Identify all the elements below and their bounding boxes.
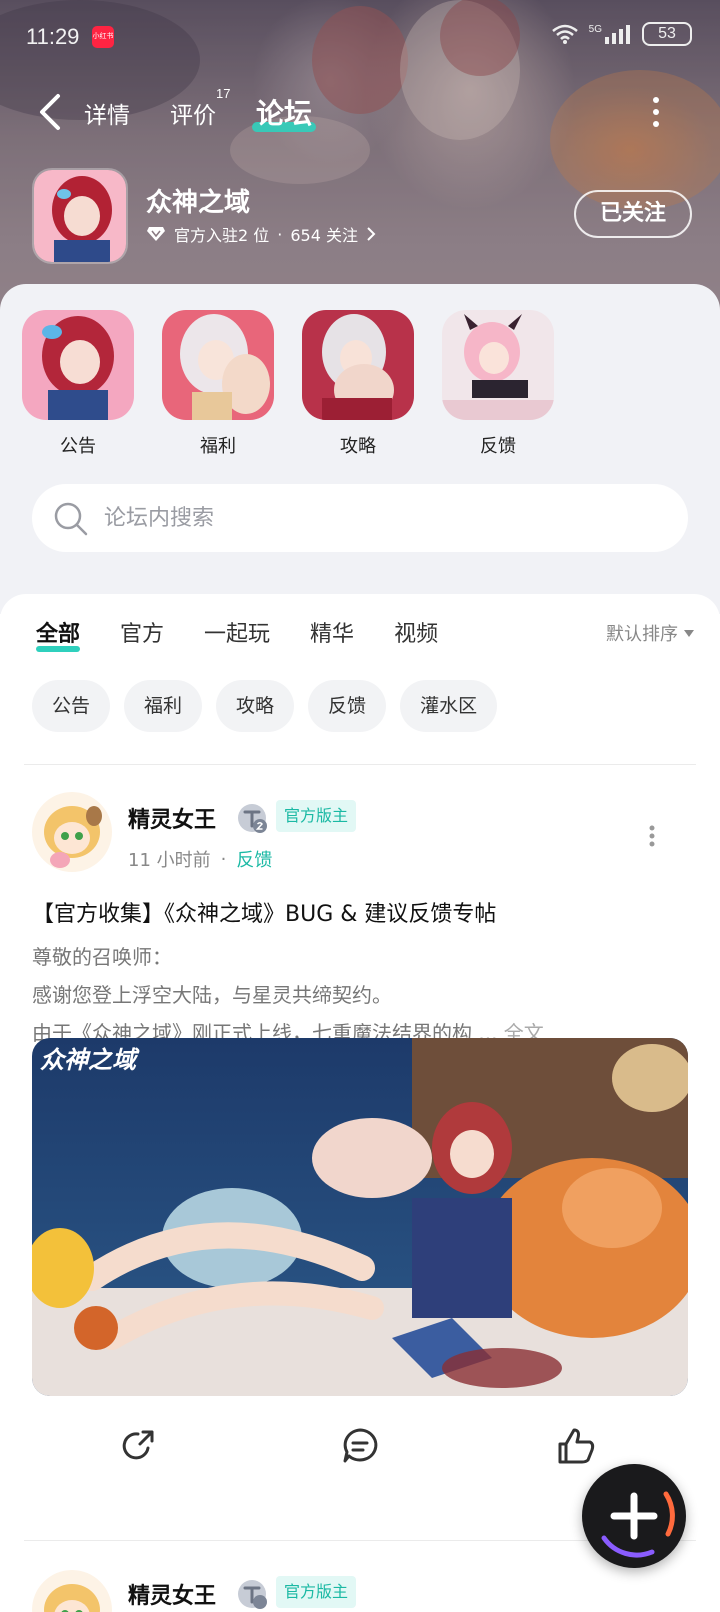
author-name[interactable]: 精灵女王 [128, 802, 216, 834]
post-excerpt-line: 感谢您登上浮空大陆，与星灵共缔契约。 [32, 983, 392, 1007]
sort-dropdown[interactable]: 默认排序 [606, 620, 694, 646]
entry-thumbnail [162, 310, 274, 420]
category-tab-play-together[interactable]: 一起玩 [204, 616, 270, 648]
category-tab-indicator [36, 646, 80, 652]
quick-entries: 公告 福利 攻略 反馈 [22, 310, 554, 458]
avatar[interactable] [32, 792, 112, 872]
follow-button[interactable]: 已关注 [574, 190, 692, 238]
chip-guide[interactable]: 攻略 [216, 680, 295, 732]
game-info: 众神之域 官方入驻2 位 · 654 关注 已关注 [32, 168, 692, 264]
sort-label: 默认排序 [606, 624, 678, 645]
search-input[interactable] [104, 484, 664, 552]
category-tab-all[interactable]: 全部 [36, 616, 80, 648]
moderator-badge: 官方版主 [276, 1576, 357, 1608]
post-category[interactable]: 反馈 [236, 846, 272, 872]
tab-forum[interactable]: 论坛 [256, 92, 312, 132]
image-caption: 众神之域 [40, 1045, 140, 1074]
forum-panel: 公告 福利 攻略 反馈 论坛内搜索 [0, 284, 720, 614]
author-name[interactable]: 精灵女王 [128, 1578, 216, 1610]
post-excerpt-line: 尊敬的召唤师： [32, 945, 172, 969]
entry-announcement[interactable]: 公告 [22, 310, 134, 458]
top-nav: 详情 评价 17 论坛 [0, 82, 720, 142]
entry-thumbnail [302, 310, 414, 420]
signal-icon [605, 25, 630, 44]
forum-content: 全部 官方 一起玩 精华 视频 默认排序 公告 福利 攻略 反馈 灌水区 精灵女… [0, 594, 720, 1612]
entry-guide[interactable]: 攻略 [302, 310, 414, 458]
level-badge-icon [238, 1580, 267, 1609]
game-icon[interactable] [32, 168, 128, 264]
entry-label: 公告 [60, 436, 96, 457]
more-vertical-icon[interactable] [652, 94, 660, 130]
official-count: 官方入驻2 位 [174, 226, 270, 245]
moderator-badge: 官方版主 [276, 800, 357, 832]
chip-announcement[interactable]: 公告 [32, 680, 111, 732]
category-tab-featured[interactable]: 精华 [310, 616, 354, 648]
create-post-button[interactable] [582, 1464, 686, 1568]
level-badge-icon [238, 804, 267, 833]
post-time: 11 小时前 [128, 850, 211, 871]
app-notification-icon: 小红书 [92, 26, 114, 48]
network-type: 5G [588, 23, 602, 35]
follower-count: 654 关注 [290, 226, 359, 245]
entry-label: 反馈 [480, 436, 516, 457]
share-icon[interactable] [118, 1426, 158, 1466]
category-tab-official[interactable]: 官方 [120, 616, 164, 648]
status-bar: 11:29 小红书 5G 53 [0, 0, 720, 72]
chip-welfare[interactable]: 福利 [124, 680, 203, 732]
back-icon[interactable] [36, 92, 64, 132]
chip-feedback[interactable]: 反馈 [308, 680, 387, 732]
entry-welfare[interactable]: 福利 [162, 310, 274, 458]
meta-separator: · [220, 848, 227, 870]
system-icons: 5G 53 [551, 22, 692, 46]
entry-label: 福利 [200, 436, 236, 457]
entry-feedback[interactable]: 反馈 [442, 310, 554, 458]
wifi-icon [551, 24, 578, 44]
chevron-right-icon [367, 227, 376, 241]
game-name: 众神之域 [146, 188, 251, 218]
search-bar[interactable] [32, 484, 688, 552]
tab-detail[interactable]: 详情 [84, 96, 130, 130]
category-tab-video[interactable]: 视频 [394, 616, 438, 648]
caret-down-icon [684, 629, 694, 637]
game-meta[interactable]: 官方入驻2 位 · 654 关注 [146, 222, 376, 246]
divider [24, 764, 696, 765]
post-meta: 11 小时前 · 反馈 [128, 846, 272, 872]
chip-chat[interactable]: 灌水区 [400, 680, 498, 732]
avatar[interactable] [32, 1570, 112, 1612]
entry-label: 攻略 [340, 436, 376, 457]
more-vertical-icon[interactable] [648, 824, 656, 848]
plus-icon [601, 1491, 675, 1558]
status-time: 11:29 [26, 24, 80, 49]
battery-indicator: 53 [642, 22, 692, 46]
diamond-icon [147, 227, 165, 241]
post-excerpt[interactable]: 尊敬的召唤师： 感谢您登上浮空大陆，与星灵共缔契约。 由于《众神之域》刚正式上线… [32, 938, 692, 1052]
like-icon[interactable] [556, 1426, 596, 1466]
comment-icon[interactable] [340, 1426, 380, 1466]
section-chips: 公告 福利 攻略 反馈 灌水区 [32, 680, 498, 732]
entry-thumbnail [22, 310, 134, 420]
post-image[interactable]: 众神之域 [32, 1038, 688, 1396]
entry-thumbnail [442, 310, 554, 420]
meta-separator: · [277, 224, 283, 244]
search-icon [54, 502, 88, 536]
tab-review[interactable]: 评价 [170, 96, 216, 130]
category-tabs: 全部 官方 一起玩 精华 视频 [36, 616, 438, 648]
review-count-badge: 17 [216, 86, 231, 101]
post-title[interactable]: 【官方收集】《众神之域》BUG & 建议反馈专帖 [32, 896, 496, 928]
